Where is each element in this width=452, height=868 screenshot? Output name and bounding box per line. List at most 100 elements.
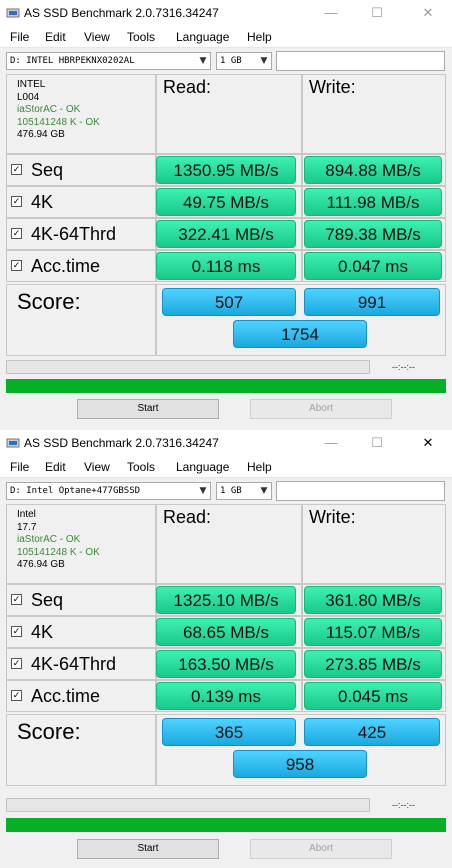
score-label: Score: [17,289,81,314]
minimize-icon[interactable]: — [308,430,354,456]
checkbox-checked-icon[interactable]: ✓ [11,594,22,605]
progress-bar [6,798,370,812]
score-label-box: Score: [6,284,156,356]
menu-tools[interactable]: Tools [127,30,155,44]
dropdown-arrow-icon[interactable]: ▼ [257,483,271,499]
path-field[interactable] [276,481,445,501]
dropdown-arrow-icon[interactable]: ▼ [196,53,210,69]
drive-firmware: 17.7 [17,521,37,533]
menu-tools[interactable]: Tools [127,460,155,474]
results-grid: Intel 17.7 iaStorAC - OK 105141248 K - O… [6,504,446,786]
checkbox-checked-icon[interactable]: ✓ [11,260,22,271]
test-row-4k-64thrd: ✓ 4K-64Thrd [6,648,156,680]
start-button[interactable]: Start [77,839,219,859]
read-value: 68.65 MB/s [156,618,296,646]
write-value: 361.80 MB/s [304,586,442,614]
checkbox-checked-icon[interactable]: ✓ [11,626,22,637]
minimize-icon[interactable]: — [308,0,354,26]
test-row-4k-64thrd: ✓ 4K-64Thrd [6,218,156,250]
menu-file[interactable]: File [10,30,29,44]
menu-file[interactable]: File [10,460,29,474]
total-progress-bar [6,379,446,393]
menu-help[interactable]: Help [247,30,272,44]
drive-select[interactable]: D: Intel Optane+477GBSSD ▼ [6,482,211,500]
checkbox-checked-icon[interactable]: ✓ [11,658,22,669]
test-row-4k: ✓ 4K [6,186,156,218]
score-total: 1754 [233,320,367,348]
read-header: Read: [156,74,302,154]
maximize-icon[interactable]: ☐ [354,0,400,26]
app-icon [6,8,20,18]
window-title: AS SSD Benchmark 2.0.7316.34247 [24,436,219,450]
read-value: 0.118 ms [156,252,296,280]
write-value: 0.047 ms [304,252,442,280]
checkbox-checked-icon[interactable]: ✓ [11,164,22,175]
test-label: Seq [31,160,64,180]
drive-select-value: D: Intel Optane+477GBSSD [10,486,141,496]
menu-edit[interactable]: Edit [45,30,66,44]
write-value: 789.38 MB/s [304,220,442,248]
window-title: AS SSD Benchmark 2.0.7316.34247 [24,6,219,20]
drive-select[interactable]: D: INTEL HBRPEKNX0202AL ▼ [6,52,211,70]
abort-button[interactable]: Abort [250,839,392,859]
path-field[interactable] [276,51,445,71]
maximize-icon[interactable]: ☐ [354,430,400,456]
close-icon[interactable]: ✕ [404,0,452,26]
menu-view[interactable]: View [84,30,110,44]
drive-firmware: L004 [17,91,40,103]
elapsed-time: --:--:-- [392,362,415,372]
start-button[interactable]: Start [77,399,219,419]
menu-edit[interactable]: Edit [45,460,66,474]
score-total: 958 [233,750,367,778]
title-bar: AS SSD Benchmark 2.0.7316.34247 — ☐ ✕ [0,430,452,456]
size-select-value: 1 GB [220,56,242,66]
menu-language[interactable]: Language [176,460,229,474]
drive-info: INTEL L004 iaStorAC - OK 105141248 K - O… [6,74,156,154]
test-label: Acc.time [31,256,101,276]
driver-status: iaStorAC - OK [17,534,81,545]
read-value: 1350.95 MB/s [156,156,296,184]
close-icon[interactable]: ✕ [404,430,452,456]
score-read: 365 [162,718,296,746]
write-value: 273.85 MB/s [304,650,442,678]
checkbox-checked-icon[interactable]: ✓ [11,196,22,207]
test-row-4k: ✓ 4K [6,616,156,648]
abort-button[interactable]: Abort [250,399,392,419]
drive-model: Intel [17,509,36,520]
menu-view[interactable]: View [84,460,110,474]
drive-info: Intel 17.7 iaStorAC - OK 105141248 K - O… [6,504,156,584]
drive-capacity: 476.94 GB [17,559,65,570]
score-read: 507 [162,288,296,316]
score-write: 991 [304,288,440,316]
read-value: 0.139 ms [156,682,296,710]
test-row-acc-time: ✓ Acc.time [6,250,156,282]
elapsed-time: --:--:-- [392,800,415,810]
read-value: 1325.10 MB/s [156,586,296,614]
title-bar: AS SSD Benchmark 2.0.7316.34247 — ☐ ✕ [0,0,452,26]
write-value: 115.07 MB/s [304,618,442,646]
write-header: Write: [302,504,446,584]
read-value: 322.41 MB/s [156,220,296,248]
menu-bar: File Edit View Tools Language Help [0,26,452,48]
drive-model: INTEL [17,79,46,90]
size-select[interactable]: 1 GB ▼ [216,52,272,70]
menu-help[interactable]: Help [247,460,272,474]
score-write: 425 [304,718,440,746]
size-select[interactable]: 1 GB ▼ [216,482,272,500]
dropdown-arrow-icon[interactable]: ▼ [196,483,210,499]
checkbox-checked-icon[interactable]: ✓ [11,228,22,239]
dropdown-arrow-icon[interactable]: ▼ [257,53,271,69]
read-value: 163.50 MB/s [156,650,296,678]
read-value: 49.75 MB/s [156,188,296,216]
test-label: Seq [31,590,64,610]
menu-language[interactable]: Language [176,30,229,44]
test-label: Acc.time [31,686,101,706]
test-label: 4K-64Thrd [31,224,117,244]
results-grid: INTEL L004 iaStorAC - OK 105141248 K - O… [6,74,446,356]
score-label: Score: [17,719,81,744]
benchmark-window-1: AS SSD Benchmark 2.0.7316.34247 — ☐ ✕ Fi… [0,0,452,430]
benchmark-window-2: AS SSD Benchmark 2.0.7316.34247 — ☐ ✕ Fi… [0,430,452,868]
test-row-acc-time: ✓ Acc.time [6,680,156,712]
checkbox-checked-icon[interactable]: ✓ [11,690,22,701]
app-icon [6,438,20,448]
